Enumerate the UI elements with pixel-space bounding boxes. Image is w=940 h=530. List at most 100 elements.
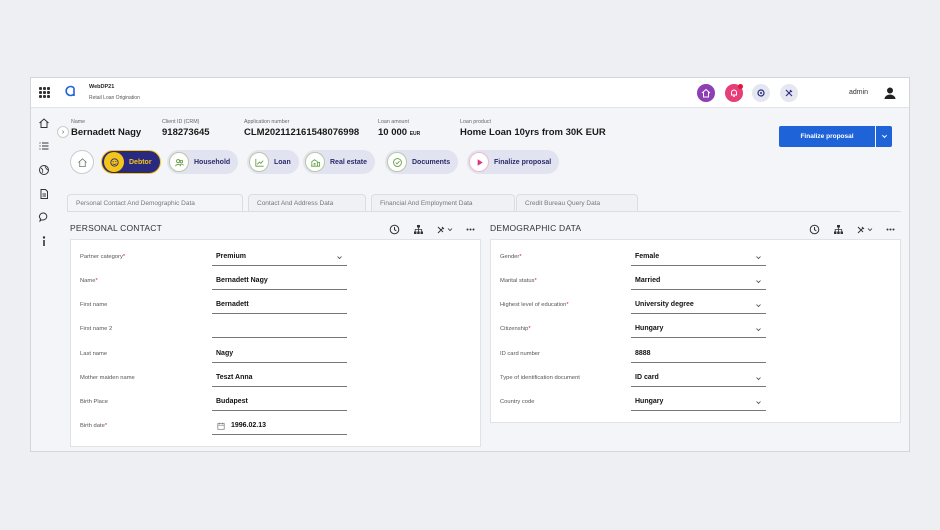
- chevron-down-icon: [881, 134, 887, 139]
- tools-button[interactable]: [780, 84, 798, 102]
- client-id-block: Client ID (CRM) 918273645: [162, 119, 210, 138]
- last-name-input[interactable]: Nagy: [216, 350, 233, 357]
- chevron-down-icon[interactable]: [755, 375, 762, 382]
- sidebar-toggle-button[interactable]: ›: [57, 126, 69, 138]
- mother-maiden-name-field: Mother maiden name Teszt Anna: [71, 369, 480, 389]
- partner-category-field: Partner category* Premium: [71, 248, 480, 268]
- client-name-value: Bernadett Nagy: [71, 127, 142, 138]
- field-label: Last name: [80, 351, 108, 357]
- user-icon[interactable]: [883, 86, 897, 100]
- citizenship-select[interactable]: Hungary: [635, 325, 663, 332]
- step-debtor[interactable]: Debtor: [101, 150, 161, 174]
- loan-amount-value: 10 000: [378, 127, 408, 138]
- marital-status-select[interactable]: Married: [635, 277, 660, 284]
- field-underline: [631, 410, 766, 411]
- tab-credit-bureau[interactable]: Credit Bureau Query Data: [516, 194, 638, 212]
- app-name: WebDP21: [89, 84, 115, 90]
- field-label: Birth date*: [80, 423, 108, 429]
- chevron-right-icon: ›: [61, 128, 65, 136]
- house-icon: [701, 88, 711, 98]
- field-underline: [631, 289, 766, 290]
- face-icon: [104, 152, 124, 172]
- hierarchy-button[interactable]: [833, 222, 844, 234]
- calendar-icon[interactable]: [217, 422, 225, 430]
- chevron-down-icon[interactable]: [336, 254, 343, 261]
- mother-maiden-name-input[interactable]: Teszt Anna: [216, 374, 253, 381]
- app-logo: [65, 85, 75, 97]
- home-shortcut-button[interactable]: [697, 84, 715, 102]
- field-underline: [631, 265, 766, 266]
- citizenship-field: Citizenship* Hungary: [491, 320, 900, 340]
- loan-amount-currency: EUR: [409, 131, 421, 137]
- step-household-label: Household: [194, 158, 231, 166]
- tab-personal-contact[interactable]: Personal Contact And Demographic Data: [67, 194, 243, 212]
- field-underline: [631, 362, 766, 363]
- finalize-options-button[interactable]: [876, 126, 892, 147]
- id-document-type-select[interactable]: ID card: [635, 374, 659, 381]
- field-underline: [212, 362, 347, 363]
- id-card-number-input[interactable]: 8888: [635, 350, 651, 357]
- country-code-field: Country code Hungary: [491, 393, 900, 413]
- list-icon[interactable]: [38, 140, 50, 152]
- history-button[interactable]: [809, 222, 820, 235]
- step-real-estate[interactable]: Real estate: [303, 150, 375, 174]
- field-underline: [212, 434, 347, 435]
- step-finalize-proposal[interactable]: Finalize proposal: [467, 150, 560, 174]
- tools-menu-button[interactable]: [436, 222, 454, 234]
- chevron-down-icon[interactable]: [755, 326, 762, 333]
- partner-category-select[interactable]: Premium: [216, 253, 246, 260]
- name-input[interactable]: Bernadett Nagy: [216, 277, 268, 284]
- loan-amount-label: Loan amount: [378, 119, 409, 125]
- document-icon[interactable]: [38, 188, 50, 200]
- tools-icon: [785, 89, 793, 97]
- tools-menu-button[interactable]: [856, 222, 874, 234]
- chat-icon[interactable]: [38, 211, 50, 223]
- notifications-button[interactable]: [725, 84, 743, 102]
- chevron-down-icon[interactable]: [755, 399, 762, 406]
- step-home-button[interactable]: [70, 150, 94, 174]
- chevron-down-icon[interactable]: [755, 254, 762, 261]
- more-options-button[interactable]: [465, 222, 476, 233]
- field-label: Type of identification document: [500, 375, 580, 381]
- tab-contact-address[interactable]: Contact And Address Data: [248, 194, 366, 212]
- more-options-button[interactable]: [885, 222, 896, 233]
- first-name-input[interactable]: Bernadett: [216, 301, 249, 308]
- birth-place-input[interactable]: Budapest: [216, 398, 248, 405]
- finalize-proposal-button[interactable]: Finalize proposal: [779, 126, 875, 147]
- loan-amount-block: Loan amount 10 000 EUR: [378, 119, 420, 138]
- demographic-data-panel: Gender* Female Marital status* Married H…: [490, 239, 901, 423]
- chevron-down-icon[interactable]: [755, 278, 762, 285]
- step-household[interactable]: Household: [167, 150, 239, 174]
- globe-icon[interactable]: [38, 164, 50, 176]
- field-label: Marital status*: [500, 278, 537, 284]
- gender-select[interactable]: Female: [635, 253, 659, 260]
- loan-amount-value-row: 10 000 EUR: [378, 127, 420, 138]
- education-select[interactable]: University degree: [635, 301, 694, 308]
- chevron-down-icon[interactable]: [755, 302, 762, 309]
- tab-financial-employment[interactable]: Financial And Employment Data: [371, 194, 515, 212]
- tab-divider: [67, 211, 901, 212]
- app-window: WebDP21 Retail Loan Origination admin › …: [30, 77, 910, 452]
- field-label: First name: [80, 302, 108, 308]
- first-name-field: First name Bernadett: [71, 296, 480, 316]
- more-icon: [466, 228, 475, 231]
- client-name-label: Name: [71, 119, 86, 125]
- demographic-data-title: DEMOGRAPHIC DATA: [490, 223, 582, 233]
- settings-button[interactable]: [752, 84, 770, 102]
- clock-icon: [389, 224, 400, 235]
- step-documents[interactable]: Documents: [385, 150, 459, 174]
- house-icon[interactable]: [38, 117, 50, 129]
- client-id-label: Client ID (CRM): [162, 119, 200, 125]
- tools-icon: [857, 226, 873, 234]
- country-code-select[interactable]: Hungary: [635, 398, 663, 405]
- apps-grid-icon[interactable]: [39, 87, 50, 98]
- hierarchy-button[interactable]: [413, 222, 424, 234]
- field-label: Gender*: [500, 254, 522, 260]
- step-loan[interactable]: Loan: [247, 150, 299, 174]
- loan-product-label: Loan product: [460, 119, 491, 125]
- user-name[interactable]: admin: [849, 89, 868, 96]
- clock-icon: [809, 224, 820, 235]
- info-icon[interactable]: [38, 235, 50, 247]
- birth-date-input[interactable]: 1996.02.13: [231, 422, 266, 429]
- history-button[interactable]: [389, 222, 400, 235]
